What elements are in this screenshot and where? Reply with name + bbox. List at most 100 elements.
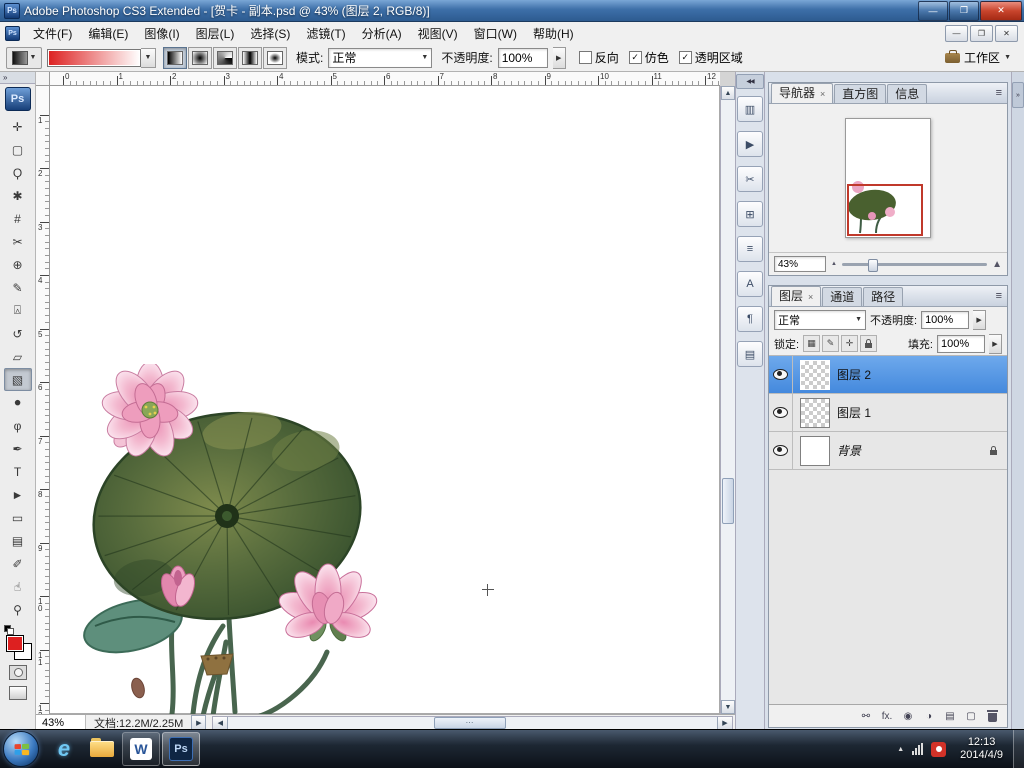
tool-preset-picker[interactable]: ▼ [6, 47, 42, 69]
tab-close-icon[interactable]: × [820, 89, 825, 99]
reverse-checkbox[interactable] [579, 51, 592, 64]
zoom-slider-thumb[interactable] [868, 259, 878, 272]
new-layer-icon[interactable]: ▢ [965, 711, 977, 722]
layer-visibility-toggle[interactable] [769, 356, 793, 393]
zoom-level-field[interactable]: 43% [36, 715, 86, 730]
ruler-origin-corner[interactable] [36, 72, 50, 86]
taskbar-explorer[interactable] [84, 733, 120, 765]
tray-app-icon[interactable] [931, 742, 946, 757]
taskbar-clock[interactable]: 12:13 2014/4/9 [954, 736, 1009, 762]
clone-source-icon[interactable]: ⊞ [737, 201, 763, 227]
tool-magic-wand[interactable]: ✱ [4, 184, 32, 207]
lock-position-icon[interactable]: ✛ [841, 335, 858, 352]
opacity-field[interactable]: 100% [498, 48, 548, 68]
tool-history-brush[interactable]: ↺ [4, 322, 32, 345]
layers-tab-channels[interactable]: 通道 [822, 287, 862, 306]
panel-menu-icon[interactable]: ≡ [996, 290, 1002, 302]
canvas[interactable] [50, 86, 720, 714]
collapse-panels-button[interactable]: » [1012, 82, 1024, 108]
reflected-gradient-button[interactable] [238, 47, 262, 69]
navigator-tab-histogram[interactable]: 直方图 [834, 84, 886, 103]
character-icon[interactable]: A [737, 271, 763, 297]
tool-hand[interactable]: ☝ [4, 575, 32, 598]
horizontal-scroll-track[interactable]: ⋯ [228, 717, 717, 729]
info-icon[interactable]: ▤ [737, 341, 763, 367]
angle-gradient-button[interactable] [213, 47, 237, 69]
menu-filter[interactable]: 滤镜(T) [298, 22, 353, 44]
layer-blend-mode-select[interactable]: 正常▼ [774, 310, 866, 330]
tool-lasso[interactable]: Ϙ [4, 161, 32, 184]
layer-row[interactable]: 背景 [769, 432, 1007, 470]
tray-expand-icon[interactable]: ▲ [897, 746, 904, 753]
foreground-color-swatch[interactable] [6, 635, 24, 652]
vertical-ruler[interactable]: 1234567891 01 11 2 [36, 86, 50, 714]
option-transparency[interactable]: ✓透明区域 [679, 49, 743, 66]
navigator-thumbnail[interactable] [845, 118, 931, 238]
tool-eraser[interactable]: ▱ [4, 345, 32, 368]
layer-thumbnail[interactable] [800, 360, 830, 390]
tool-zoom[interactable]: ⚲ [4, 598, 32, 621]
layer-fill-field[interactable]: 100% [937, 335, 985, 353]
document-minimize-button[interactable]: — [945, 25, 968, 42]
brushes-icon[interactable]: ≡ [737, 236, 763, 262]
transparency-checkbox[interactable]: ✓ [679, 51, 692, 64]
menu-image[interactable]: 图像(I) [136, 22, 187, 44]
dither-checkbox[interactable]: ✓ [629, 51, 642, 64]
vertical-scroll-thumb[interactable] [722, 478, 734, 524]
blend-mode-select[interactable]: 正常▼ [328, 48, 432, 68]
layer-thumbnail[interactable] [800, 436, 830, 466]
menu-file[interactable]: 文件(F) [25, 22, 80, 44]
tool-notes[interactable]: ▤ [4, 529, 32, 552]
scroll-up-icon[interactable]: ▲ [721, 86, 735, 100]
horizontal-scrollbar[interactable]: ◀ ⋯ ▶ [212, 716, 733, 730]
layer-thumbnail[interactable] [800, 398, 830, 428]
navigator-view-box[interactable] [847, 184, 923, 236]
option-reverse[interactable]: 反向 [579, 49, 619, 66]
tool-path-selection[interactable]: ► [4, 483, 32, 506]
scroll-right-icon[interactable]: ▶ [717, 717, 732, 729]
zoom-out-icon[interactable]: ▲ [831, 261, 837, 267]
horizontal-ruler[interactable]: 0123456789101112 [50, 72, 720, 86]
layer-style-icon[interactable]: fx. [881, 711, 893, 722]
tool-slice[interactable]: ✂ [4, 230, 32, 253]
layer-visibility-toggle[interactable] [769, 394, 793, 431]
navigator-tab-navigator[interactable]: 导航器× [771, 83, 833, 103]
zoom-in-icon[interactable]: ▲ [992, 259, 1002, 270]
tool-eyedropper[interactable]: ✐ [4, 552, 32, 575]
layer-group-icon[interactable]: ▤ [944, 711, 956, 722]
gradient-preview[interactable] [47, 49, 141, 67]
scroll-down-icon[interactable]: ▼ [721, 700, 735, 714]
navigator-zoom-field[interactable]: 43% [774, 256, 826, 272]
vertical-scrollbar[interactable]: ▲ ▼ [720, 86, 735, 714]
tool-blur[interactable]: ⚫ [4, 391, 32, 414]
show-desktop-button[interactable] [1013, 730, 1024, 768]
diamond-gradient-button[interactable] [263, 47, 287, 69]
taskbar-word[interactable]: W [122, 732, 160, 766]
workspace-button[interactable]: 工作区 ▼ [938, 46, 1018, 69]
layer-comps-icon[interactable]: ▥ [737, 96, 763, 122]
minimize-button[interactable]: — [918, 1, 948, 21]
close-button[interactable]: ✕ [980, 1, 1022, 21]
layers-tab-layers[interactable]: 图层× [771, 286, 821, 306]
network-icon[interactable] [912, 743, 923, 755]
tool-healing-brush[interactable]: ⊕ [4, 253, 32, 276]
option-dither[interactable]: ✓仿色 [629, 49, 669, 66]
radial-gradient-button[interactable] [188, 47, 212, 69]
paragraph-icon[interactable]: ¶ [737, 306, 763, 332]
gradient-picker[interactable]: ▼ [47, 48, 156, 68]
document-close-button[interactable]: ✕ [995, 25, 1018, 42]
layers-tab-paths[interactable]: 路径 [863, 287, 903, 306]
lock-pixels-icon[interactable]: ✎ [822, 335, 839, 352]
expand-dock-button[interactable]: ◀◀ [736, 74, 764, 89]
tool-move[interactable]: ✛ [4, 115, 32, 138]
menu-layer[interactable]: 图层(L) [188, 22, 243, 44]
menu-analysis[interactable]: 分析(A) [354, 22, 410, 44]
tab-close-icon[interactable]: × [808, 292, 813, 302]
layer-row[interactable]: 图层 1 [769, 394, 1007, 432]
layer-fill-slider-button[interactable]: ▶ [989, 334, 1002, 354]
opacity-slider-button[interactable]: ▶ [553, 47, 566, 69]
tool-crop[interactable]: # [4, 207, 32, 230]
panel-menu-icon[interactable]: ≡ [996, 87, 1002, 99]
menu-window[interactable]: 窗口(W) [466, 22, 525, 44]
horizontal-scroll-thumb[interactable]: ⋯ [434, 717, 506, 729]
